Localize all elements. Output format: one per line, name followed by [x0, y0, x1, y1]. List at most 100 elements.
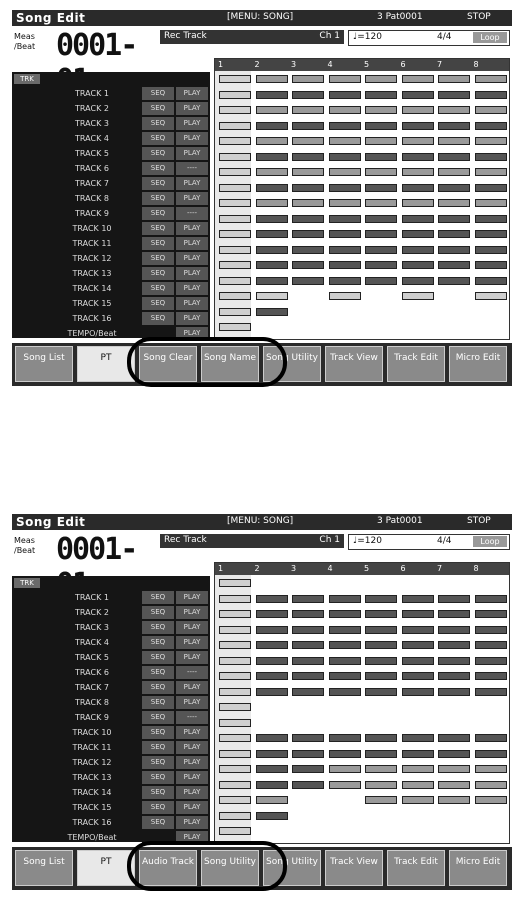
region-block[interactable] — [219, 199, 251, 207]
region-block[interactable] — [219, 749, 251, 758]
function-key-6[interactable]: Track View — [325, 346, 383, 382]
region-block[interactable] — [474, 199, 507, 207]
region-block[interactable] — [401, 121, 434, 130]
region-block[interactable] — [219, 168, 251, 176]
region-block[interactable] — [328, 106, 361, 114]
region-block[interactable] — [401, 75, 434, 83]
track-state[interactable]: PLAY — [176, 222, 208, 235]
region-block[interactable] — [328, 152, 361, 161]
region-block[interactable] — [328, 276, 361, 285]
region-block[interactable] — [474, 75, 507, 83]
track-state[interactable]: PLAY — [176, 312, 208, 325]
region-block[interactable] — [438, 765, 470, 773]
region-block[interactable] — [255, 780, 288, 789]
track-mode[interactable]: SEQ — [142, 636, 174, 649]
track-mode[interactable]: SEQ — [142, 282, 174, 295]
region-block[interactable] — [219, 687, 251, 696]
track-row[interactable]: TRACK 9 SEQ ---- — [12, 206, 210, 221]
region-block[interactable] — [292, 137, 324, 145]
track-row[interactable]: TRACK 11 SEQ PLAY — [12, 740, 210, 755]
track-mode[interactable]: SEQ — [142, 222, 174, 235]
region-block[interactable] — [365, 152, 397, 161]
region-block[interactable] — [365, 214, 397, 223]
region-block[interactable] — [328, 121, 361, 130]
track-state[interactable]: PLAY — [176, 132, 208, 145]
region-block[interactable] — [365, 183, 397, 192]
region-block[interactable] — [219, 137, 251, 145]
region-block[interactable] — [292, 656, 324, 665]
track-row[interactable]: TRACK 5 SEQ PLAY — [12, 146, 210, 161]
region-block[interactable] — [292, 594, 324, 603]
track-state[interactable]: PLAY — [176, 87, 208, 100]
track-mode[interactable]: SEQ — [142, 591, 174, 604]
rec-track-field[interactable]: Rec Track Ch 1 — [160, 30, 344, 44]
track-row[interactable]: TRACK 8 SEQ PLAY — [12, 695, 210, 710]
region-block[interactable] — [219, 718, 251, 727]
track-mode[interactable]: SEQ — [142, 102, 174, 115]
region-block[interactable] — [219, 796, 251, 804]
track-mode[interactable]: SEQ — [142, 87, 174, 100]
region-block[interactable] — [365, 796, 397, 804]
region-block[interactable] — [438, 656, 470, 665]
track-mode[interactable]: SEQ — [142, 651, 174, 664]
region-block[interactable] — [401, 687, 434, 696]
region-block[interactable] — [292, 780, 324, 789]
region-block[interactable] — [219, 106, 251, 114]
region-block[interactable] — [328, 168, 361, 176]
region-block[interactable] — [365, 230, 397, 238]
track-row[interactable]: TRACK 15 SEQ PLAY — [12, 296, 210, 311]
region-block[interactable] — [255, 137, 288, 145]
track-state[interactable]: ---- — [176, 162, 208, 175]
region-block[interactable] — [438, 230, 470, 238]
track-state[interactable]: ---- — [176, 207, 208, 220]
region-block[interactable] — [255, 687, 288, 696]
function-key-8[interactable]: Micro Edit — [449, 346, 507, 382]
function-key-4[interactable]: Song Name — [201, 346, 259, 382]
region-block[interactable] — [474, 183, 507, 192]
track-row[interactable]: TRACK 13 SEQ PLAY — [12, 266, 210, 281]
region-block[interactable] — [328, 765, 361, 773]
region-block[interactable] — [255, 307, 288, 316]
region-block[interactable] — [328, 199, 361, 207]
region-block[interactable] — [401, 749, 434, 758]
track-state[interactable]: PLAY — [176, 771, 208, 784]
track-mode[interactable]: SEQ — [142, 237, 174, 250]
region-block[interactable] — [401, 261, 434, 269]
region-block[interactable] — [328, 183, 361, 192]
track-grid[interactable]: 1 2 3 4 5 6 7 8 — [214, 58, 510, 340]
region-block[interactable] — [438, 687, 470, 696]
track-mode[interactable] — [142, 327, 174, 340]
region-block[interactable] — [292, 276, 324, 285]
track-mode[interactable]: SEQ — [142, 786, 174, 799]
track-row[interactable]: TRACK 13 SEQ PLAY — [12, 770, 210, 785]
region-block[interactable] — [474, 137, 507, 145]
region-block[interactable] — [474, 168, 507, 176]
track-mode[interactable]: SEQ — [142, 192, 174, 205]
track-state[interactable]: PLAY — [176, 741, 208, 754]
region-block[interactable] — [328, 75, 361, 83]
region-block[interactable] — [328, 214, 361, 223]
region-block[interactable] — [474, 276, 507, 285]
region-block[interactable] — [474, 796, 507, 804]
region-block[interactable] — [328, 749, 361, 758]
track-state[interactable]: PLAY — [176, 831, 208, 844]
loop-indicator[interactable]: Loop — [473, 32, 507, 43]
region-block[interactable] — [255, 106, 288, 114]
region-block[interactable] — [401, 276, 434, 285]
region-block[interactable] — [328, 261, 361, 269]
track-mode[interactable]: SEQ — [142, 207, 174, 220]
region-block[interactable] — [438, 183, 470, 192]
track-state[interactable]: PLAY — [176, 297, 208, 310]
region-block[interactable] — [328, 625, 361, 634]
region-block[interactable] — [219, 641, 251, 649]
region-block[interactable] — [255, 672, 288, 680]
track-row[interactable]: TRACK 10 SEQ PLAY — [12, 221, 210, 236]
region-block[interactable] — [438, 261, 470, 269]
track-row[interactable]: TRACK 16 SEQ PLAY — [12, 311, 210, 326]
region-block[interactable] — [292, 90, 324, 99]
region-block[interactable] — [219, 152, 251, 161]
region-block[interactable] — [438, 610, 470, 618]
region-block[interactable] — [438, 641, 470, 649]
region-block[interactable] — [438, 780, 470, 789]
region-block[interactable] — [219, 734, 251, 742]
